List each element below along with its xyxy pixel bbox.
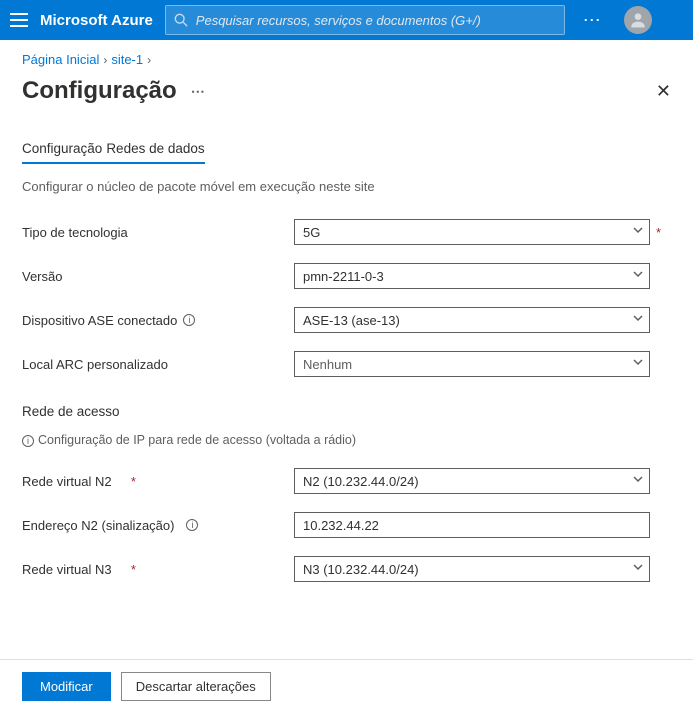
row-n2net: Rede virtual N2 * N2 (10.232.44.0/24): [22, 465, 671, 497]
required-indicator: *: [656, 225, 661, 240]
version-value: pmn-2211-0-3: [303, 269, 384, 284]
n2addr-input[interactable]: [294, 512, 650, 538]
arc-select[interactable]: Nenhum: [294, 351, 650, 377]
version-label: Versão: [22, 269, 294, 284]
ase-label: Dispositivo ASE conectadoi: [22, 313, 294, 328]
ase-value: ASE-13 (ase-13): [303, 313, 400, 328]
search-input[interactable]: [196, 13, 556, 28]
person-icon: [628, 10, 648, 30]
top-bar: Microsoft Azure ⋯: [0, 0, 693, 40]
tech-value: 5G: [303, 225, 320, 240]
row-arc: Local ARC personalizado Nenhum: [22, 348, 671, 380]
required-indicator: *: [131, 562, 136, 577]
title-bar: Configuração ⋯ ✕: [22, 77, 671, 105]
search-icon: [174, 13, 188, 27]
page-description: Configurar o núcleo de pacote móvel em e…: [22, 179, 671, 194]
tab-data-networks-label: Redes de dados: [106, 141, 204, 156]
info-icon[interactable]: i: [186, 519, 198, 531]
avatar[interactable]: [624, 6, 652, 34]
more-icon[interactable]: ⋯: [577, 10, 608, 31]
n2net-label: Rede virtual N2 *: [22, 474, 294, 489]
required-indicator: *: [131, 474, 136, 489]
close-icon[interactable]: ✕: [656, 81, 671, 102]
n2addr-label: Endereço N2 (sinalização)i: [22, 518, 294, 533]
breadcrumb-home[interactable]: Página Inicial: [22, 52, 99, 67]
n3net-select[interactable]: N3 (10.232.44.0/24): [294, 556, 650, 582]
row-tech: Tipo de tecnologia 5G *: [22, 216, 671, 248]
chevron-right-icon: ›: [103, 53, 107, 67]
breadcrumb: Página Inicial › site-1 ›: [22, 52, 671, 67]
search-box[interactable]: [165, 5, 565, 35]
n2net-value: N2 (10.232.44.0/24): [303, 474, 419, 489]
menu-icon[interactable]: [10, 13, 28, 27]
discard-button[interactable]: Descartar alterações: [121, 672, 271, 701]
n2net-select[interactable]: N2 (10.232.44.0/24): [294, 468, 650, 494]
access-subdesc: iConfiguração de IP para rede de acesso …: [22, 433, 671, 447]
arc-value: Nenhum: [303, 357, 352, 372]
page-title: Configuração: [22, 77, 177, 105]
tabs: Configuração Redes de dados: [22, 135, 671, 165]
version-select[interactable]: pmn-2211-0-3: [294, 263, 650, 289]
tab-config-label: Configuração: [22, 141, 102, 156]
row-version: Versão pmn-2211-0-3: [22, 260, 671, 292]
info-icon[interactable]: i: [22, 435, 34, 447]
breadcrumb-site[interactable]: site-1: [111, 52, 143, 67]
row-n3net: Rede virtual N3 * N3 (10.232.44.0/24): [22, 553, 671, 585]
row-n2addr: Endereço N2 (sinalização)i: [22, 509, 671, 541]
tech-label: Tipo de tecnologia: [22, 225, 294, 240]
brand-label: Microsoft Azure: [40, 12, 153, 29]
row-ase: Dispositivo ASE conectadoi ASE-13 (ase-1…: [22, 304, 671, 336]
arc-label: Local ARC personalizado: [22, 357, 294, 372]
n3net-label: Rede virtual N3 *: [22, 562, 294, 577]
info-icon[interactable]: i: [183, 314, 195, 326]
ase-select[interactable]: ASE-13 (ase-13): [294, 307, 650, 333]
page-content: Página Inicial › site-1 › Configuração ⋯…: [0, 40, 693, 585]
tab-config[interactable]: Configuração Redes de dados: [22, 135, 205, 164]
tech-select[interactable]: 5G: [294, 219, 650, 245]
access-heading: Rede de acesso: [22, 404, 671, 419]
footer: Modificar Descartar alterações: [0, 659, 693, 713]
n3net-value: N3 (10.232.44.0/24): [303, 562, 419, 577]
chevron-right-icon: ›: [147, 53, 151, 67]
modify-button[interactable]: Modificar: [22, 672, 111, 701]
title-more-icon[interactable]: ⋯: [191, 83, 206, 100]
page-title-wrap: Configuração ⋯: [22, 77, 206, 105]
